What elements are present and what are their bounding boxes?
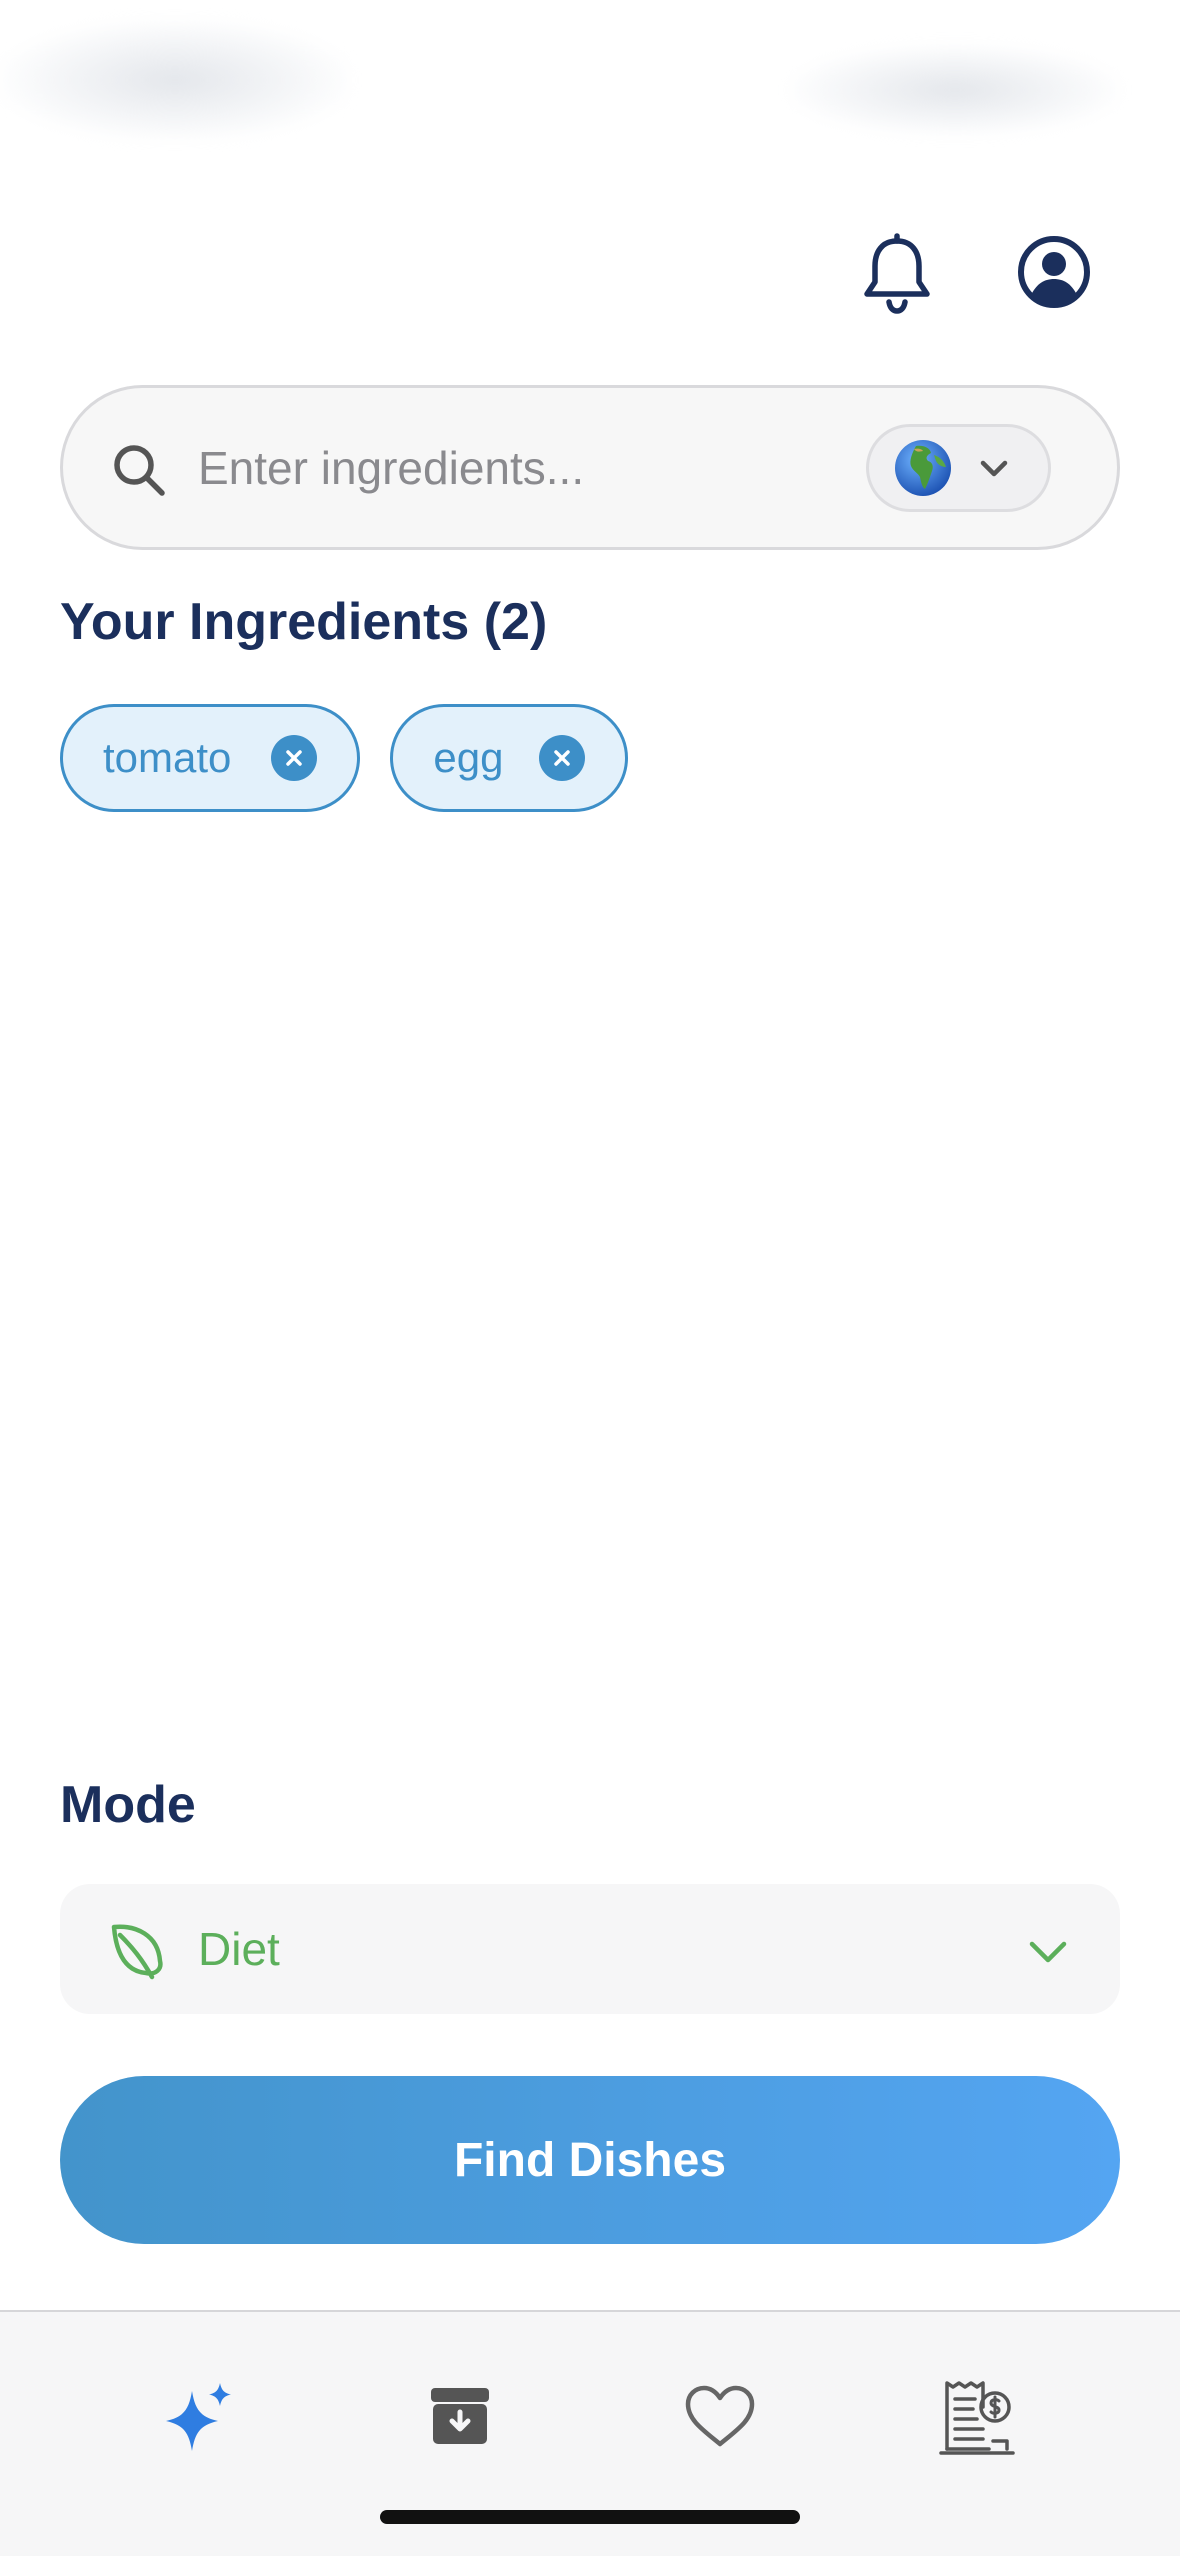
mode-dropdown[interactable]: Diet	[60, 1884, 1120, 2014]
leaf-icon	[111, 1924, 163, 1980]
receipt-dollar-icon	[939, 2381, 1015, 2455]
user-circle-icon	[1018, 236, 1090, 308]
profile-button[interactable]	[1012, 230, 1096, 314]
close-icon	[286, 750, 303, 766]
notifications-button[interactable]	[855, 230, 939, 314]
home-indicator	[380, 2510, 800, 2524]
tab-favorites[interactable]	[675, 2372, 765, 2462]
mode-selected-value: Diet	[198, 1923, 280, 1975]
chevron-down-icon	[1029, 1941, 1067, 1963]
tab-create[interactable]	[155, 2372, 245, 2462]
remove-ingredient-button[interactable]	[539, 735, 586, 781]
chevron-down-icon	[980, 460, 1008, 477]
search-icon	[114, 445, 165, 496]
find-dishes-button[interactable]: Find Dishes	[60, 2076, 1120, 2244]
status-bar-left-blur	[0, 20, 350, 140]
mode-heading: Mode	[60, 1776, 196, 1834]
ingredient-chip: egg	[390, 704, 629, 812]
ingredient-chip-list: tomato egg	[60, 704, 629, 812]
close-icon	[554, 750, 571, 766]
sparkles-icon	[166, 2383, 231, 2451]
heart-icon	[685, 2385, 755, 2447]
status-bar-right-blur	[790, 45, 1120, 135]
ingredient-chip-label: egg	[433, 734, 504, 781]
ingredients-heading: Your Ingredients (2)	[60, 593, 548, 651]
language-selector[interactable]	[866, 424, 1051, 512]
ingredient-search-input[interactable]	[198, 428, 848, 508]
remove-ingredient-button[interactable]	[271, 735, 318, 781]
bell-icon	[864, 233, 930, 314]
ingredient-chip: tomato	[60, 704, 361, 812]
archive-box-icon	[431, 2388, 489, 2444]
ingredient-chip-label: tomato	[103, 734, 232, 781]
tab-billing[interactable]	[932, 2372, 1022, 2462]
globe-emoji-icon	[895, 440, 951, 496]
tab-archive[interactable]	[415, 2372, 505, 2462]
ingredient-search-bar	[60, 385, 1120, 550]
